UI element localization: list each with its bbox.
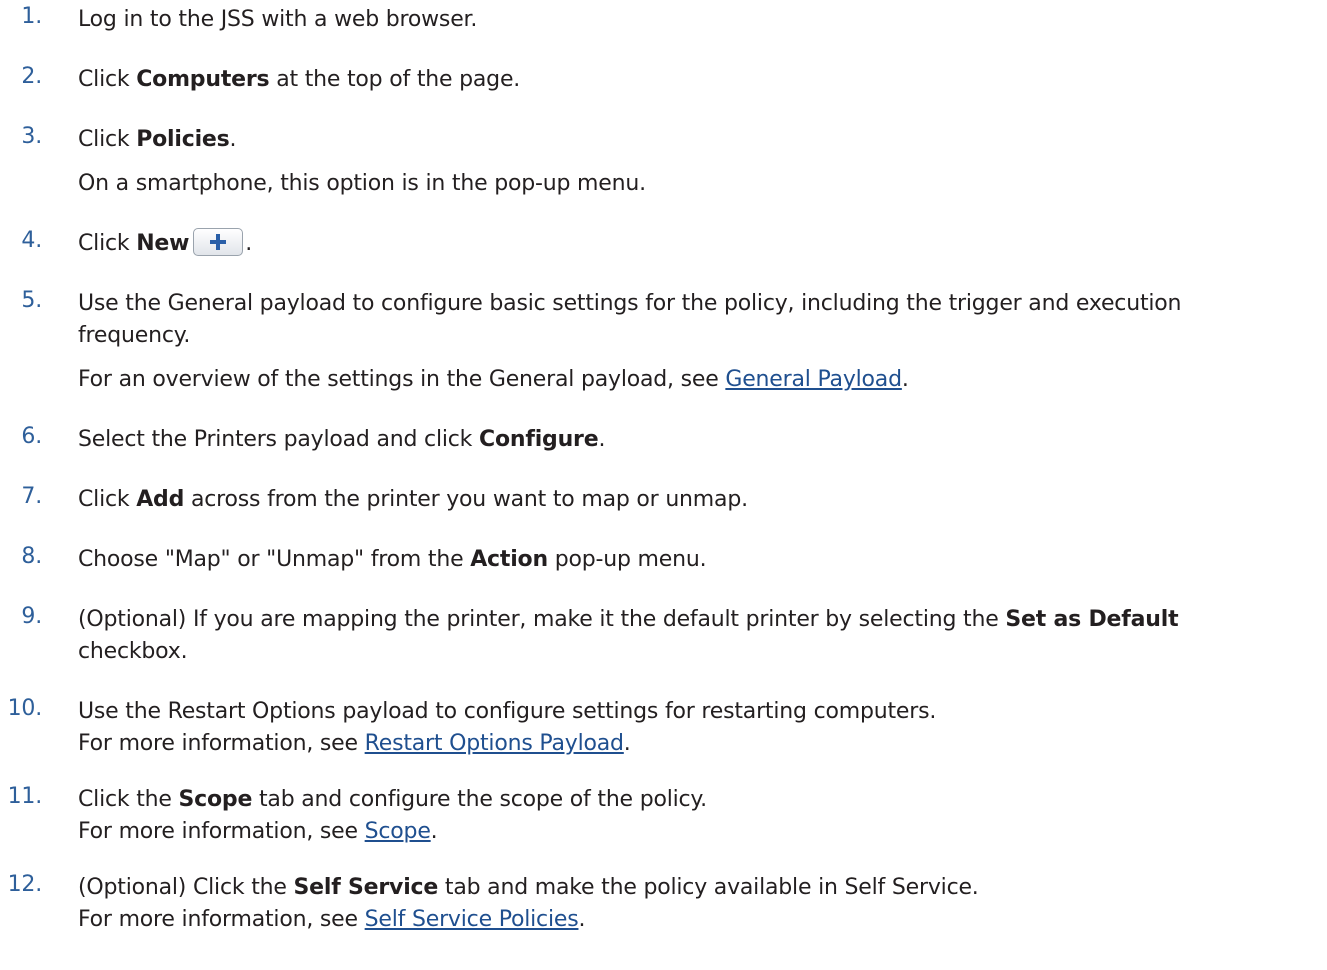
step-number: 6. [21,424,42,449]
step-number: 4. [21,228,42,253]
step-number: 7. [21,484,42,509]
ui-term-set-as-default: Set as Default [1005,607,1179,632]
ui-term-computers: Computers [136,67,270,92]
step-text: Use the General payload to configure bas… [78,291,1182,316]
step-number: 2. [21,64,42,89]
step-number: 11. [7,784,43,809]
step-text: Click Add across from the printer you wa… [78,487,748,512]
step-number: 12. [7,872,43,897]
ui-term-new: New [136,231,190,256]
step-text: Use the Restart Options payload to confi… [78,699,937,724]
step-note: For more information, see Restart Option… [78,731,631,756]
step-text: Select the Printers payload and click Co… [78,427,606,452]
step-text: Log in to the JSS with a web browser. [78,7,478,32]
step-number: 10. [7,696,43,721]
general-payload-link[interactable]: General Payload [725,367,902,392]
step-number: 8. [21,544,42,569]
step-note: On a smartphone, this option is in the p… [78,171,646,196]
step-note: For more information, see Self Service P… [78,907,586,932]
ui-term-configure: Configure [479,427,599,452]
step-note: For more information, see Scope. [78,819,438,844]
step-number: 1. [21,4,42,29]
ui-term-policies: Policies [136,127,230,152]
plus-icon [210,234,227,250]
ui-term-add: Add [136,487,185,512]
restart-options-payload-link[interactable]: Restart Options Payload [365,731,624,756]
step-text: (Optional) Click the Self Service tab an… [78,875,979,900]
step-text: Choose "Map" or "Unmap" from the Action … [78,547,707,572]
ui-term-action: Action [470,547,548,572]
step-text: Click the Scope tab and configure the sc… [78,787,707,812]
step-text: Click New. [78,228,1311,260]
step-text: (Optional) If you are mapping the printe… [78,607,1179,632]
step-number: 9. [21,604,42,629]
step-text-continued: checkbox. [78,639,188,664]
scope-link[interactable]: Scope [365,819,431,844]
step-text-continued: frequency. [78,323,191,348]
step-text: Click Computers at the top of the page. [78,67,521,92]
ui-term-scope: Scope [178,787,253,812]
procedure-document: 1. Log in to the JSS with a web browser.… [0,0,1327,970]
step-number: 3. [21,124,42,149]
ui-term-self-service: Self Service [293,875,439,900]
step-number: 5. [21,288,42,313]
self-service-policies-link[interactable]: Self Service Policies [365,907,579,932]
new-button[interactable] [193,228,244,256]
step-text: Click Policies. [78,127,237,152]
step-note: For an overview of the settings in the G… [78,367,909,392]
